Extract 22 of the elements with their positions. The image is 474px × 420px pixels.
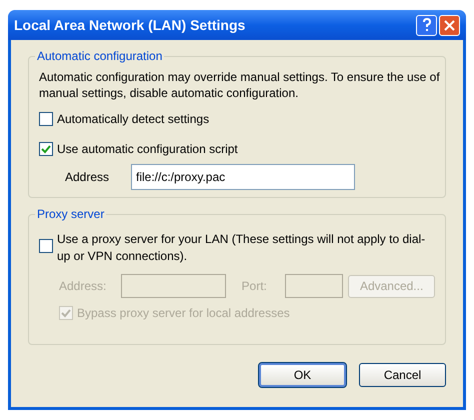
checkbox-label[interactable]: Use a proxy server for your LAN (These settings will not apply to dial-up or VPN connections).	[57, 231, 435, 265]
help-button[interactable]	[416, 14, 437, 36]
checkbox[interactable]	[39, 239, 53, 253]
group-legend: Proxy server	[35, 207, 106, 221]
address-label: Address	[65, 169, 110, 186]
checkbox-label[interactable]: Use automatic configuration script	[57, 140, 238, 158]
address-field[interactable]	[120, 274, 226, 298]
close-icon	[444, 20, 455, 30]
checkbox-label[interactable]: Automatically detect settings	[57, 110, 210, 128]
question-mark-icon	[422, 18, 432, 32]
address-field[interactable]: file://c:/proxy.pac	[131, 164, 355, 190]
dialog-button[interactable]: OK	[259, 363, 346, 387]
close-button[interactable]	[439, 14, 460, 36]
checkbox[interactable]	[39, 112, 53, 126]
address-label: Address:	[59, 278, 108, 295]
dialog-button[interactable]: Cancel	[359, 363, 446, 387]
window-title: Local Area Network (LAN) Settings	[14, 16, 246, 35]
description-text: Automatic configuration may override manual settings. To ensure the use of manual settings, disable automatic configuration.	[39, 69, 441, 101]
checkbox[interactable]	[39, 142, 53, 156]
port-field[interactable]	[285, 274, 344, 298]
port-label: Port:	[242, 278, 268, 295]
group-legend: Automatic configuration	[35, 49, 164, 63]
